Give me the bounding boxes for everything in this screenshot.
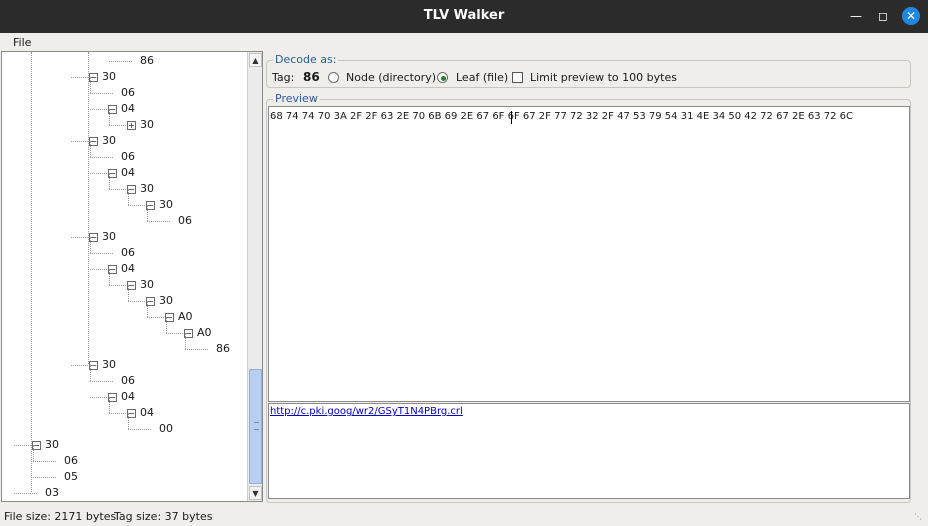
tree-node-label[interactable]: 04 (121, 166, 135, 179)
tree-node-label[interactable]: 06 (178, 214, 192, 227)
expand-icon[interactable]: + (127, 121, 136, 130)
text-caret (511, 111, 512, 124)
decoded-preview[interactable]: http://c.pki.goog/wr2/GSyT1N4PBrg.crl (268, 403, 910, 499)
scroll-down-icon[interactable]: ▼ (249, 486, 262, 500)
tag-value: 86 (303, 70, 320, 84)
tree-connector (109, 173, 110, 189)
tree-node-label[interactable]: 30 (102, 70, 116, 83)
tree-node-label[interactable]: 30 (102, 358, 116, 371)
tree-node-label[interactable]: 30 (159, 198, 173, 211)
tree-connector (90, 141, 91, 157)
maximize-button[interactable]: ◻ (875, 8, 891, 24)
tree-connector (109, 61, 132, 62)
radio-selected-dot (441, 76, 446, 81)
tree-connector (33, 477, 56, 478)
hex-text: 68 74 74 70 3A 2F 2F 63 2E 70 6B 69 2E 6… (270, 111, 854, 122)
resize-grip-icon[interactable]: ⋱ (914, 512, 922, 521)
tree-scrollbar[interactable]: ▲ ▼ (247, 52, 262, 501)
tlv-tree[interactable]: 86−30 06−04 +30−30 06−04−30−30 06−30 06−04−30… (1, 51, 263, 502)
grip-icon (254, 422, 259, 430)
decode-group-title: Decode as: (273, 53, 339, 66)
tree-node-label[interactable]: 30 (140, 182, 154, 195)
decoded-url-link[interactable]: http://c.pki.goog/wr2/GSyT1N4PBrg.crl (270, 406, 463, 417)
tree-node-label[interactable]: 04 (121, 390, 135, 403)
tree-connector (90, 157, 113, 158)
tree-node-label[interactable]: A0 (178, 310, 193, 323)
tree-guide-line (88, 52, 89, 364)
leaf-option-label[interactable]: Leaf (file) (456, 71, 508, 84)
tree-node-label[interactable]: 30 (140, 278, 154, 291)
tree-connector (14, 493, 37, 494)
tree-node-label[interactable]: 00 (159, 422, 173, 435)
tree-connector (185, 333, 186, 349)
tree-node-label[interactable]: 06 (121, 246, 135, 259)
limit-preview-label[interactable]: Limit preview to 100 bytes (530, 71, 677, 84)
leaf-radio[interactable] (437, 72, 448, 83)
tree-node-label[interactable]: 30 (45, 438, 59, 451)
tree-connector (109, 109, 110, 125)
tree-connector (90, 77, 91, 93)
tree-node-label[interactable]: 06 (121, 150, 135, 163)
window-title: TLV Walker (423, 8, 505, 23)
tree-node-label[interactable]: 03 (45, 486, 59, 499)
menu-bar: File (0, 33, 928, 51)
tree-node-label[interactable]: 04 (140, 406, 154, 419)
tree-connector (147, 221, 170, 222)
window-edge (912, 51, 928, 501)
tree-connector (109, 397, 110, 413)
tag-label: Tag: (272, 71, 295, 84)
tree-node-label[interactable]: 04 (121, 102, 135, 115)
tree-connector (90, 365, 91, 381)
tree-connector (147, 301, 148, 317)
tree-connector (185, 349, 208, 350)
tree-node-label[interactable]: 86 (216, 342, 230, 355)
tree-node-label[interactable]: 06 (64, 454, 78, 467)
tree-node-label[interactable]: 06 (121, 374, 135, 387)
scroll-up-icon[interactable]: ▲ (249, 53, 262, 67)
tree-connector (166, 317, 167, 333)
tree-connector (33, 461, 56, 462)
tree-connector (33, 445, 34, 461)
tree-connector (109, 269, 110, 285)
close-button[interactable]: ✕ (902, 7, 920, 25)
tree-node-label[interactable]: 30 (140, 118, 154, 131)
tree-guide-line (31, 52, 32, 492)
tree-connector (90, 253, 113, 254)
tree-connector (147, 205, 148, 221)
minimize-button[interactable]: — (848, 8, 864, 24)
tag-size-status: Tag size: 37 bytes (114, 510, 213, 523)
tree-node-label[interactable]: 30 (102, 134, 116, 147)
tree-node-label[interactable]: 06 (121, 86, 135, 99)
tree-connector (128, 189, 129, 205)
node-option-label[interactable]: Node (directory) (346, 71, 436, 84)
limit-preview-checkbox[interactable] (512, 72, 523, 83)
tree-connector (90, 93, 113, 94)
preview-group-title: Preview (273, 92, 320, 105)
tree-connector (128, 413, 129, 429)
tree-node-label[interactable]: 86 (140, 54, 154, 67)
tree-node-label[interactable]: 04 (121, 262, 135, 275)
node-radio[interactable] (328, 72, 339, 83)
file-size-status: File size: 2171 bytes (4, 510, 117, 523)
tree-connector (90, 381, 113, 382)
menu-file[interactable]: File (13, 36, 31, 49)
status-bar: File size: 2171 bytes Tag size: 37 bytes… (0, 507, 928, 526)
title-bar: TLV Walker — ◻ ✕ (0, 0, 928, 33)
tree-node-label[interactable]: 30 (159, 294, 173, 307)
scrollbar-thumb[interactable] (249, 369, 262, 484)
tree-node-label[interactable]: 05 (64, 470, 78, 483)
tree-node-label[interactable]: 30 (102, 230, 116, 243)
tree-connector (128, 429, 151, 430)
tree-node-label[interactable]: A0 (197, 326, 212, 339)
tree-connector (90, 237, 91, 253)
tree-connector (128, 285, 129, 301)
hex-preview[interactable]: 68 74 74 70 3A 2F 2F 63 2E 70 6B 69 2E 6… (268, 106, 910, 402)
